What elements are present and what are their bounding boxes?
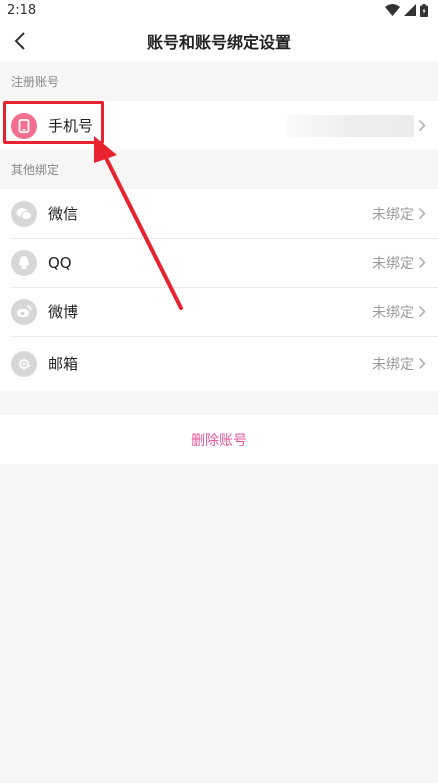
chevron-right-icon bbox=[418, 119, 428, 133]
page-title: 账号和账号绑定设置 bbox=[146, 33, 291, 52]
section-header-registered: 注册账号 bbox=[11, 75, 60, 89]
qq-status: 未绑定 bbox=[372, 255, 414, 272]
battery-icon bbox=[420, 3, 428, 17]
wechat-icon bbox=[11, 200, 37, 227]
chevron-right-icon bbox=[418, 305, 428, 319]
weibo-icon bbox=[11, 298, 37, 325]
phone-label: 手机号 bbox=[48, 117, 94, 135]
chevron-right-icon bbox=[418, 207, 428, 221]
status-bar: 2:18 bbox=[0, 0, 438, 20]
phone-row[interactable]: 手机号 bbox=[0, 101, 438, 150]
wifi-icon bbox=[385, 4, 400, 16]
mail-label: 邮箱 bbox=[48, 355, 79, 373]
wechat-status: 未绑定 bbox=[372, 206, 414, 223]
wechat-row[interactable]: 微信 未绑定 bbox=[0, 189, 438, 238]
qq-icon bbox=[11, 249, 37, 276]
qq-label: QQ bbox=[48, 253, 72, 272]
status-time: 2:18 bbox=[7, 2, 37, 18]
weibo-row[interactable]: 微博 未绑定 bbox=[0, 287, 438, 336]
mail-status: 未绑定 bbox=[372, 356, 414, 373]
qq-row[interactable]: QQ 未绑定 bbox=[0, 238, 438, 287]
back-button[interactable] bbox=[6, 27, 34, 55]
chevron-left-icon bbox=[14, 32, 25, 50]
other-bind-list: 微信 未绑定 QQ 未绑定 微博 未绑定 邮箱 未绑定 bbox=[0, 189, 438, 391]
registered-list: 手机号 bbox=[0, 101, 438, 150]
nav-bar: 账号和账号绑定设置 bbox=[0, 20, 438, 62]
mail-icon bbox=[11, 350, 37, 377]
signal-icon bbox=[404, 4, 416, 16]
section-header-other: 其他绑定 bbox=[11, 163, 60, 177]
phone-value-redacted bbox=[287, 114, 414, 137]
delete-account-button[interactable]: 删除账号 bbox=[0, 415, 438, 464]
mail-row[interactable]: 邮箱 未绑定 bbox=[0, 336, 438, 391]
weibo-status: 未绑定 bbox=[372, 304, 414, 321]
chevron-right-icon bbox=[418, 256, 428, 270]
chevron-right-icon bbox=[418, 357, 428, 371]
weibo-label: 微博 bbox=[48, 303, 79, 321]
wechat-label: 微信 bbox=[48, 205, 79, 223]
phone-icon bbox=[11, 112, 37, 139]
